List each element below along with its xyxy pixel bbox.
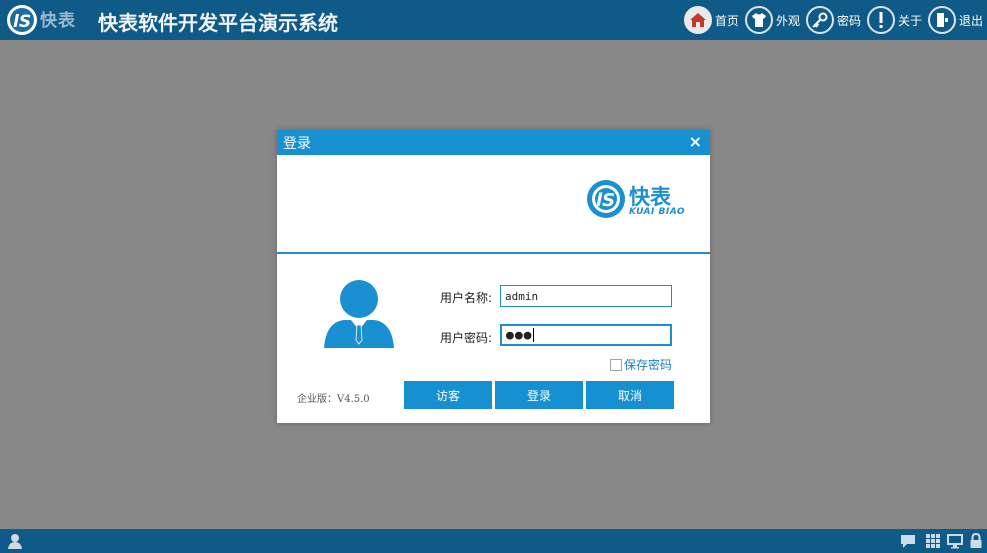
- guest-button[interactable]: 访客: [404, 381, 492, 409]
- remember-password[interactable]: 保存密码: [610, 356, 672, 373]
- dialog-title: 登录: [283, 136, 311, 152]
- key-icon: [805, 6, 834, 34]
- monitor-icon[interactable]: [947, 533, 963, 549]
- version-label: 企业版：V4.5.0: [297, 394, 370, 405]
- text-cursor: [533, 328, 535, 342]
- nav-logout-label: 退出: [958, 13, 983, 28]
- brand-logo-icon: lS: [587, 180, 625, 218]
- nav-appearance-label: 外观: [775, 13, 800, 28]
- login-button[interactable]: 登录: [495, 381, 583, 409]
- login-dialog: 登录 × lS 快表 KUAI BIAO 用户名称: 用户密码: ●●● 保存密…: [277, 130, 710, 423]
- brand-name-en: KUAI BIAO: [629, 207, 686, 217]
- remember-password-checkbox[interactable]: [610, 358, 622, 371]
- nav-password[interactable]: 密码: [805, 6, 861, 34]
- password-label: 用户密码:: [440, 331, 493, 345]
- user-icon[interactable]: [7, 533, 23, 549]
- logo-text: 快表: [40, 11, 76, 31]
- nav-appearance[interactable]: 外观: [744, 6, 800, 34]
- nav-home[interactable]: 首页: [683, 6, 739, 34]
- svg-text:lS: lS: [596, 190, 615, 211]
- close-icon[interactable]: ×: [689, 133, 702, 151]
- password-input[interactable]: ●●●: [500, 324, 672, 346]
- nav-about[interactable]: 关于: [866, 6, 922, 34]
- brand-logo: lS 快表 KUAI BIAO: [586, 177, 696, 227]
- top-header-bar: lS 快表 快表软件开发平台演示系统 首页 外观 密码 关于 退出: [0, 0, 987, 40]
- dialog-title-bar: 登录 ×: [277, 130, 710, 155]
- home-icon: [683, 6, 712, 34]
- info-icon: [866, 6, 895, 34]
- username-label: 用户名称:: [440, 291, 493, 305]
- logout-icon: [927, 6, 956, 34]
- cancel-button[interactable]: 取消: [586, 381, 674, 409]
- top-nav: 首页 外观 密码 关于 退出: [678, 4, 983, 36]
- username-input[interactable]: [500, 285, 672, 307]
- app-title: 快表软件开发平台演示系统: [98, 11, 338, 35]
- nav-logout[interactable]: 退出: [927, 6, 983, 34]
- user-avatar-icon: [324, 280, 394, 348]
- app-logo-icon: lS: [7, 5, 37, 35]
- remember-password-label: 保存密码: [624, 358, 673, 372]
- svg-text:lS: lS: [13, 12, 31, 32]
- nav-password-label: 密码: [836, 13, 861, 28]
- lock-icon[interactable]: [969, 533, 983, 549]
- shirt-icon: [744, 6, 773, 34]
- dialog-banner: lS 快表 KUAI BIAO: [277, 155, 710, 254]
- bottom-status-bar: [0, 529, 987, 553]
- password-value: ●●●: [506, 327, 533, 343]
- nav-home-label: 首页: [714, 13, 739, 28]
- nav-about-label: 关于: [897, 13, 922, 28]
- message-icon[interactable]: [900, 533, 916, 549]
- grid-icon[interactable]: [925, 533, 941, 549]
